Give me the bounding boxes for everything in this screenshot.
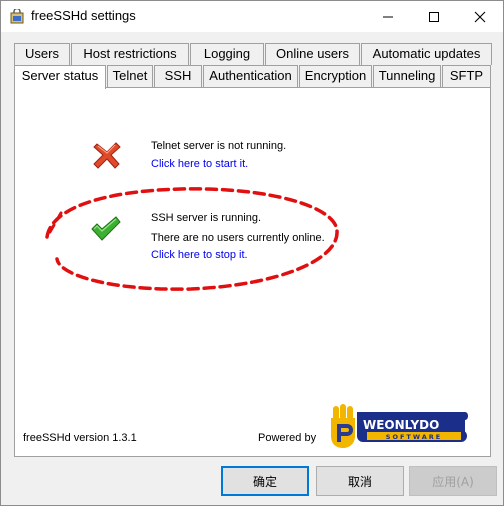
weonlydo-logo[interactable]: WEONLYDO SOFTWARE xyxy=(317,400,472,455)
green-check-icon xyxy=(91,216,121,241)
tab-online-users[interactable]: Online users xyxy=(265,43,360,65)
logo-sub: SOFTWARE xyxy=(386,433,442,441)
title-bar[interactable]: freeSSHd settings xyxy=(1,1,503,32)
tab-automatic-updates[interactable]: Automatic updates xyxy=(361,43,492,65)
tab-server-status[interactable]: Server status xyxy=(14,65,106,89)
ssh-online-users-text: There are no users currently online. xyxy=(151,232,325,244)
apply-button[interactable]: 应用(A) xyxy=(409,466,497,496)
minimize-button[interactable] xyxy=(365,1,411,32)
tab-logging[interactable]: Logging xyxy=(190,43,264,65)
close-button[interactable] xyxy=(457,1,503,32)
tab-telnet[interactable]: Telnet xyxy=(107,65,153,87)
telnet-start-link[interactable]: Click here to start it. xyxy=(151,158,248,170)
tab-host-restrictions[interactable]: Host restrictions xyxy=(71,43,189,65)
powered-by-label: Powered by xyxy=(258,432,317,444)
ssh-stop-link[interactable]: Click here to stop it. xyxy=(151,249,248,261)
maximize-icon xyxy=(429,11,439,22)
tab-encryption[interactable]: Encryption xyxy=(299,65,372,87)
telnet-status-text: Telnet server is not running. xyxy=(151,140,287,152)
ssh-status-text: SSH server is running. xyxy=(151,212,262,224)
tab-ssh[interactable]: SSH xyxy=(154,65,202,87)
maximize-button[interactable] xyxy=(411,1,457,32)
version-label: freeSSHd version 1.3.1 xyxy=(23,432,137,444)
close-icon xyxy=(474,11,486,22)
cancel-button[interactable]: 取消 xyxy=(316,466,404,496)
minimize-icon xyxy=(383,16,393,17)
ok-button[interactable]: 确定 xyxy=(221,466,309,496)
app-icon xyxy=(10,9,24,24)
weonlydo-logo-graphic: WEONLYDO SOFTWARE xyxy=(331,404,468,448)
window-title: freeSSHd settings xyxy=(31,8,136,23)
red-x-icon xyxy=(93,142,121,169)
tab-tunneling[interactable]: Tunneling xyxy=(373,65,441,87)
tab-sftp[interactable]: SFTP xyxy=(442,65,491,87)
logo-name: WEONLYDO xyxy=(363,418,439,432)
tab-users[interactable]: Users xyxy=(14,43,70,65)
tab-authentication[interactable]: Authentication xyxy=(203,65,298,87)
settings-window: freeSSHd settings Users Host restriction… xyxy=(0,0,504,506)
